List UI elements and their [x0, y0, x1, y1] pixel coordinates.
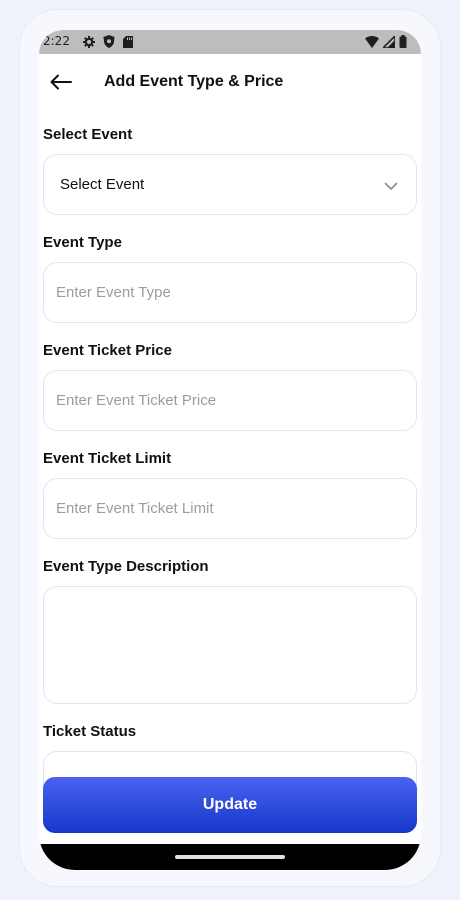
update-button[interactable]: Update — [43, 777, 417, 833]
event-type-form: Select Event Select Event Event Type Eve… — [43, 126, 417, 810]
home-indicator[interactable] — [175, 855, 285, 859]
select-event-dropdown[interactable]: Select Event — [43, 154, 417, 215]
sd-card-icon — [123, 35, 133, 53]
chevron-down-icon — [384, 178, 398, 196]
description-textarea[interactable] — [44, 587, 416, 703]
status-right-icons — [365, 34, 407, 53]
status-time: 2:22 — [43, 34, 70, 48]
signal-icon — [381, 34, 396, 53]
description-label: Event Type Description — [43, 558, 209, 575]
system-nav-bar — [39, 844, 421, 870]
gear-icon — [83, 35, 95, 53]
ticket-price-field-box — [43, 370, 417, 431]
arrow-left-icon — [50, 74, 72, 95]
app-screen: 2:22 Add Event Type & Price Select Event… — [39, 30, 421, 870]
description-field-box — [43, 586, 417, 704]
app-header: Add Event Type & Price — [39, 56, 421, 112]
status-left-icons — [83, 35, 133, 53]
event-type-input[interactable] — [44, 263, 416, 322]
event-type-label: Event Type — [43, 234, 122, 251]
select-event-label: Select Event — [43, 126, 133, 143]
back-button[interactable] — [47, 70, 75, 98]
ticket-limit-label: Event Ticket Limit — [43, 450, 172, 467]
ticket-status-label: Ticket Status — [43, 723, 137, 740]
battery-icon — [399, 35, 407, 53]
status-bar: 2:22 — [39, 30, 421, 54]
event-type-field-box — [43, 262, 417, 323]
ticket-limit-field-box — [43, 478, 417, 539]
page-title: Add Event Type & Price — [104, 73, 284, 90]
wifi-icon — [365, 35, 379, 53]
ticket-price-input[interactable] — [44, 371, 416, 430]
ticket-price-label: Event Ticket Price — [43, 342, 172, 359]
shield-icon — [103, 35, 115, 53]
ticket-limit-input[interactable] — [44, 479, 416, 538]
select-event-value: Select Event — [60, 176, 145, 193]
